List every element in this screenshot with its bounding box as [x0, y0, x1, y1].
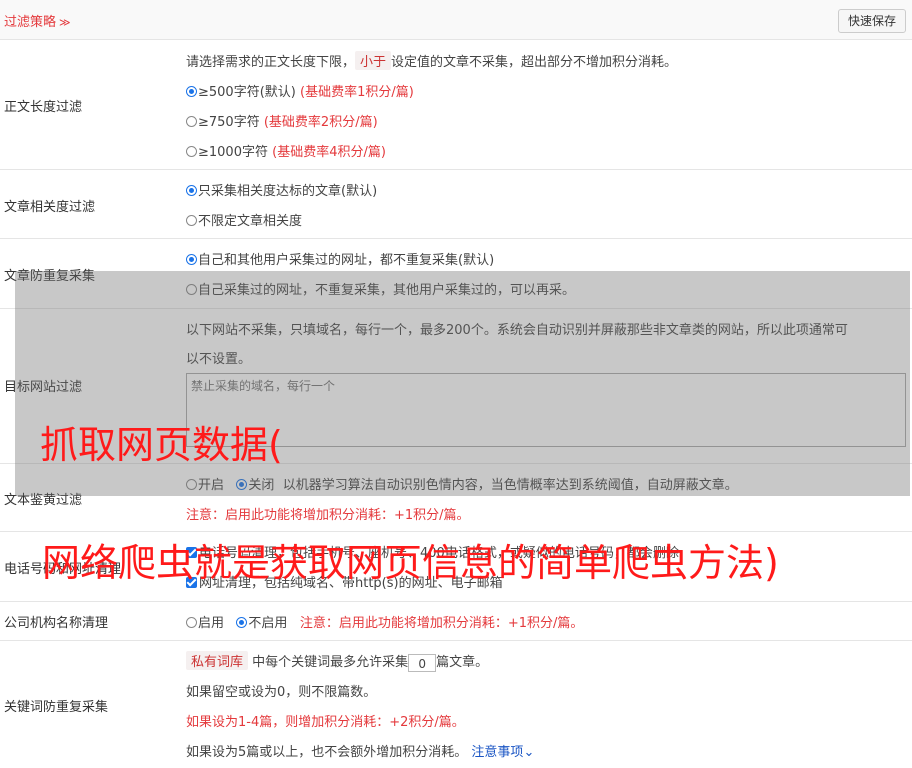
length-option-1000[interactable]: ≥1000字符 (基础费率4积分/篇) — [186, 141, 386, 160]
length-filter-label: 正文长度过滤 — [4, 100, 83, 115]
company-cleanup-options: 启用 不启用 注意：启用此功能将增加积分消耗：+1积分/篇。 — [186, 612, 583, 631]
keyword-dedup-post: 篇文章。 — [436, 655, 489, 670]
length-filter-desc: 请选择需求的正文长度下限， 小于 设定值的文章不采集，超出部分不增加积分消耗。 — [186, 51, 677, 70]
company-cleanup-label: 公司机构名称清理 — [4, 616, 109, 631]
company-cleanup-note: 注意：启用此功能将增加积分消耗：+1积分/篇。 — [299, 616, 584, 631]
radio-icon[interactable] — [186, 116, 197, 127]
length-option-750-label: ≥750字符 — [198, 115, 260, 130]
less-than-tag: 小于 — [355, 51, 392, 70]
keyword-dedup-line-4-text: 如果设为5篇或以上，也不会额外增加积分消耗。 — [186, 745, 468, 760]
keyword-dedup-line-1: 私有词库 中每个关键词最多允许采集 0 篇文章。 — [186, 651, 488, 672]
filter-strategy-toggle[interactable]: 过滤策略 ≫ — [4, 11, 71, 30]
length-option-500-fee: (基础费率1积分/篇) — [300, 85, 414, 100]
filter-title: 过滤策略 — [4, 15, 57, 30]
relevance-option-qualified-label: 只采集相关度达标的文章(默认) — [198, 184, 378, 199]
keyword-dedup-line-4: 如果设为5篇或以上，也不会额外增加积分消耗。 注意事项⌄ — [186, 741, 534, 760]
relevance-option-qualified[interactable]: 只采集相关度达标的文章(默认) — [186, 180, 377, 199]
company-option-on-label: 启用 — [198, 616, 225, 631]
length-option-750-fee: (基础费率2积分/篇) — [263, 115, 378, 130]
radio-selected-icon[interactable] — [186, 86, 197, 97]
radio-icon[interactable] — [186, 215, 197, 226]
relevance-option-unlimited-label: 不限定文章相关度 — [198, 214, 303, 229]
dedup-option-all[interactable]: 自己和其他用户采集过的网址，都不重复采集(默认) — [186, 249, 494, 268]
length-option-750[interactable]: ≥750字符 (基础费率2积分/篇) — [186, 111, 378, 130]
radio-selected-icon[interactable] — [186, 254, 197, 265]
keyword-dedup-line-3: 如果设为1-4篇，则增加积分消耗：+2积分/篇。 — [186, 715, 465, 730]
overlay-title: 抓取网页数据( — [40, 423, 283, 467]
length-option-500[interactable]: ≥500字符(默认) (基础费率1积分/篇) — [186, 81, 414, 100]
company-option-off[interactable]: 不启用 — [236, 616, 287, 631]
row-length-filter: 正文长度过滤 请选择需求的正文长度下限， 小于 设定值的文章不采集，超出部分不增加积… — [0, 40, 912, 170]
row-keyword-dedup: 关键词防重复采集 私有词库 中每个关键词最多允许采集 0 篇文章。 如果留空或设为0… — [0, 641, 912, 768]
filter-header: 过滤策略 ≫ 快速保存 — [0, 0, 912, 40]
radio-icon[interactable] — [186, 617, 197, 628]
company-option-on[interactable]: 启用 — [186, 616, 224, 631]
length-option-500-label: ≥500字符(默认) — [198, 85, 296, 100]
quick-save-button[interactable]: 快速保存 — [837, 9, 906, 33]
notes-link[interactable]: 注意事项⌄ — [471, 745, 534, 760]
chevron-down-icon: ⌄ — [523, 745, 535, 760]
max-articles-input[interactable]: 0 — [408, 653, 437, 672]
keyword-dedup-pre: 中每个关键词最多允许采集 — [252, 655, 409, 670]
overlay-subtitle: 网络爬虫就是获取网页信息的简单爬虫方法) — [42, 541, 779, 585]
radio-icon[interactable] — [186, 146, 197, 157]
row-company-cleanup: 公司机构名称清理 启用 不启用 注意：启用此功能将增加积分消耗：+1积分/篇。 — [0, 602, 912, 641]
notes-link-label: 注意事项 — [471, 745, 524, 760]
keyword-dedup-line-2: 如果留空或设为0，则不限篇数。 — [186, 685, 377, 700]
keyword-dedup-label: 关键词防重复采集 — [4, 700, 109, 715]
dedup-option-all-label: 自己和其他用户采集过的网址，都不重复采集(默认) — [198, 253, 495, 268]
length-desc-pre: 请选择需求的正文长度下限， — [186, 55, 356, 70]
length-option-1000-fee: (基础费率4积分/篇) — [272, 145, 386, 160]
relevance-filter-label: 文章相关度过滤 — [4, 200, 96, 215]
length-desc-post: 设定值的文章不采集，超出部分不增加积分消耗。 — [391, 55, 678, 70]
radio-selected-icon[interactable] — [186, 185, 197, 196]
private-lexicon-tag: 私有词库 — [186, 651, 249, 670]
length-option-1000-label: ≥1000字符 — [198, 145, 268, 160]
radio-selected-icon[interactable] — [236, 617, 248, 628]
double-chevron-down-icon: ≫ — [59, 16, 71, 29]
relevance-option-unlimited[interactable]: 不限定文章相关度 — [186, 210, 302, 229]
porn-filter-note: 注意：启用此功能将增加积分消耗：+1积分/篇。 — [186, 508, 470, 523]
company-option-off-label: 不启用 — [248, 616, 288, 631]
row-relevance-filter: 文章相关度过滤 只采集相关度达标的文章(默认) 不限定文章相关度 — [0, 170, 912, 239]
